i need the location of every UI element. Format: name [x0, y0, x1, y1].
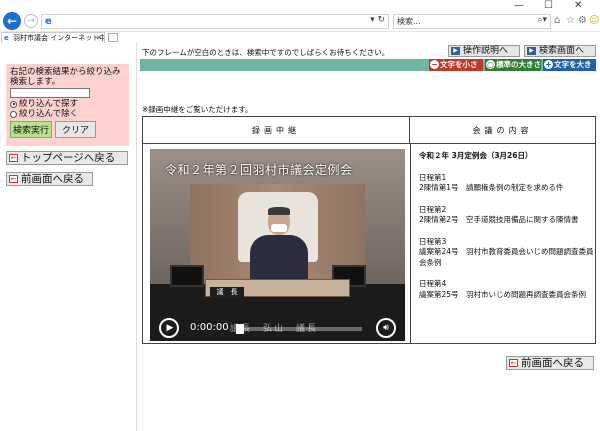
video-speaker-mask — [271, 224, 287, 232]
volume-icon[interactable]: 🔊︎ — [376, 318, 396, 338]
radio-exclude-row[interactable]: 絞り込んで除く — [10, 109, 125, 119]
plus-icon: + — [544, 60, 553, 69]
top-page-link-label: トップページへ戻る — [21, 152, 116, 164]
circle-icon: ○ — [486, 60, 495, 69]
smiley-icon[interactable]: ☺ — [589, 15, 599, 26]
agenda-item-detail: 議案第24号 羽村市教育委員会いじめ問題調査委員会条例 — [419, 247, 594, 267]
font-small-label: 文字を小さく — [440, 60, 478, 81]
radio-narrow[interactable] — [10, 100, 17, 108]
guide-button-label: 操作説明へ — [463, 46, 509, 56]
filter-search-panel: 右記の検索結果から絞り込み検索します。 絞り込んで探す 絞り込んで除く 検索実行… — [6, 64, 129, 146]
agenda-session: 令和２年 3月定例会（3月26日） — [419, 151, 533, 160]
radio-narrow-row[interactable]: 絞り込んで探す — [10, 99, 125, 109]
left-frame: 右記の検索結果から絞り込み検索します。 絞り込んで探す 絞り込んで除く 検索実行… — [0, 42, 137, 431]
agenda-content: 令和２年 3月定例会（3月26日） 日程第1 2陳情第1号 請願権条例の制定を求… — [419, 151, 595, 311]
radio-exclude[interactable] — [10, 110, 17, 118]
guide-button[interactable]: ▶ 操作説明へ — [448, 45, 520, 57]
bottom-back-button-label: 前画面へ戻る — [521, 357, 584, 369]
agenda-item: 日程第2 2陳情第2号 空手道競技用備品に関する陳情書 — [419, 205, 595, 226]
agenda-item: 日程第4 議案第25号 羽村市いじめ問題再調査委員会条例 — [419, 279, 595, 300]
minimize-icon[interactable]: — — [514, 0, 524, 11]
radio-narrow-label: 絞り込んで探す — [19, 99, 79, 109]
radio-exclude-label: 絞り込んで除く — [19, 109, 79, 119]
agenda-item-detail: 2陳情第1号 請願権条例の制定を求める件 — [419, 183, 564, 192]
agenda-item-day: 日程第2 — [419, 204, 447, 214]
font-standard-button[interactable]: ○ 標準の大きさ — [485, 59, 541, 71]
video-speaker-hair — [268, 207, 290, 215]
search-icon[interactable]: ⌕▾ — [537, 15, 547, 25]
right-arrow-icon: ▶ — [527, 47, 536, 55]
back-arrow-icon: ← — [9, 175, 18, 183]
search-screen-button-label: 検索画面へ — [539, 46, 585, 56]
back-arrow-icon[interactable]: ← — [3, 12, 21, 30]
content-table: 録画中継 会議の内容 議 長 令和２年第２回羽村市議会定例会 議長 弘山 議長 … — [142, 116, 596, 344]
agenda-column-header: 会議の内容 — [410, 117, 595, 144]
clear-button[interactable]: クリア — [55, 121, 97, 138]
video-player[interactable]: 議 長 令和２年第２回羽村市議会定例会 議長 弘山 議長 ▶ 0:00:00 🔊… — [150, 149, 405, 341]
top-page-link[interactable]: ← トップページへ戻る — [6, 151, 128, 165]
ie-logo-icon: e — [45, 16, 52, 27]
font-large-label: 文字を大きく — [554, 60, 592, 81]
video-time: 0:00:00 — [190, 322, 229, 333]
bottom-back-button[interactable]: ← 前画面へ戻る — [506, 356, 594, 370]
browser-search-placeholder: 検索... — [397, 17, 421, 26]
video-overlay-title: 令和２年第２回羽村市議会定例会 — [165, 163, 353, 177]
agenda-item-detail: 議案第25号 羽村市いじめ問題再調査委員会条例 — [419, 289, 587, 299]
video-controls: ▶ 0:00:00 🔊︎ — [150, 314, 405, 341]
agenda-item: 日程第1 2陳情第1号 請願権条例の制定を求める件 — [419, 173, 595, 194]
video-speaker-body — [250, 235, 308, 280]
filter-description: 右記の検索結果から絞り込み検索します。 — [10, 67, 121, 87]
refresh-dropdown-icon[interactable]: ▾ ↻ — [370, 15, 385, 25]
font-standard-label: 標準の大きさ — [496, 60, 541, 69]
play-icon[interactable]: ▶ — [159, 318, 179, 338]
tab-bar: e 羽村市議会 インターネット中継 ✕ — [0, 31, 600, 43]
close-window-icon[interactable]: ✕ — [574, 0, 582, 11]
tab-title: 羽村市議会 インターネット中継 — [13, 34, 105, 42]
agenda-item: 日程第3 議案第24号 羽村市教育委員会いじめ問題調査委員会条例 — [419, 237, 595, 269]
maximize-icon[interactable]: ☐ — [544, 0, 553, 11]
right-arrow-icon: ▶ — [451, 47, 460, 55]
agenda-item-day: 日程第1 — [419, 172, 447, 182]
minus-icon: − — [430, 60, 439, 69]
new-tab-icon[interactable] — [108, 33, 118, 42]
search-execute-button[interactable]: 検索実行 — [10, 121, 53, 138]
browser-chrome: ← → e ▾ ↻ 検索... ⌕▾ — ☐ ✕ ⌂ ☆ ⚙ ☺ e 羽村市議会… — [0, 0, 600, 43]
back-arrow-icon: ← — [509, 359, 518, 367]
filter-keyword-input[interactable] — [10, 88, 90, 98]
browser-search-box[interactable]: 検索... ⌕▾ — [393, 14, 551, 29]
search-screen-button[interactable]: ▶ 検索画面へ — [524, 45, 596, 57]
prev-page-link[interactable]: ← 前画面へ戻る — [6, 172, 93, 186]
address-bar[interactable]: e ▾ ↻ — [41, 14, 389, 29]
right-frame: 下のフレームが空白のときは、検索中ですのでしばらくお待ちください。 ▶ 操作説明… — [138, 42, 600, 431]
star-icon[interactable]: ☆ — [566, 15, 575, 26]
column-divider — [410, 144, 411, 343]
font-small-button[interactable]: − 文字を小さく — [429, 59, 483, 81]
video-column-header: 録画中継 — [143, 117, 410, 144]
font-large-button[interactable]: + 文字を大きく — [543, 59, 596, 81]
agenda-item-day: 日程第3 — [419, 236, 447, 246]
gear-icon[interactable]: ⚙ — [578, 15, 587, 26]
agenda-item-detail: 2陳情第2号 空手道競技用備品に関する陳情書 — [419, 215, 579, 224]
agenda-item-day: 日程第4 — [419, 279, 447, 288]
video-monitor-left — [170, 265, 204, 287]
frame-note: 下のフレームが空白のときは、検索中ですのでしばらくお待ちください。 — [142, 48, 390, 57]
forward-arrow-icon[interactable]: → — [24, 14, 38, 28]
video-progress-bar[interactable] — [236, 324, 362, 334]
notice-text: ※録画中継をご覧いただけます。 — [142, 105, 253, 114]
video-progress-thumb[interactable] — [236, 324, 244, 334]
video-nameplate: 議 長 — [210, 287, 244, 298]
prev-page-link-label: 前画面へ戻る — [21, 173, 84, 185]
back-arrow-icon: ← — [9, 154, 18, 162]
home-icon[interactable]: ⌂ — [554, 15, 560, 26]
